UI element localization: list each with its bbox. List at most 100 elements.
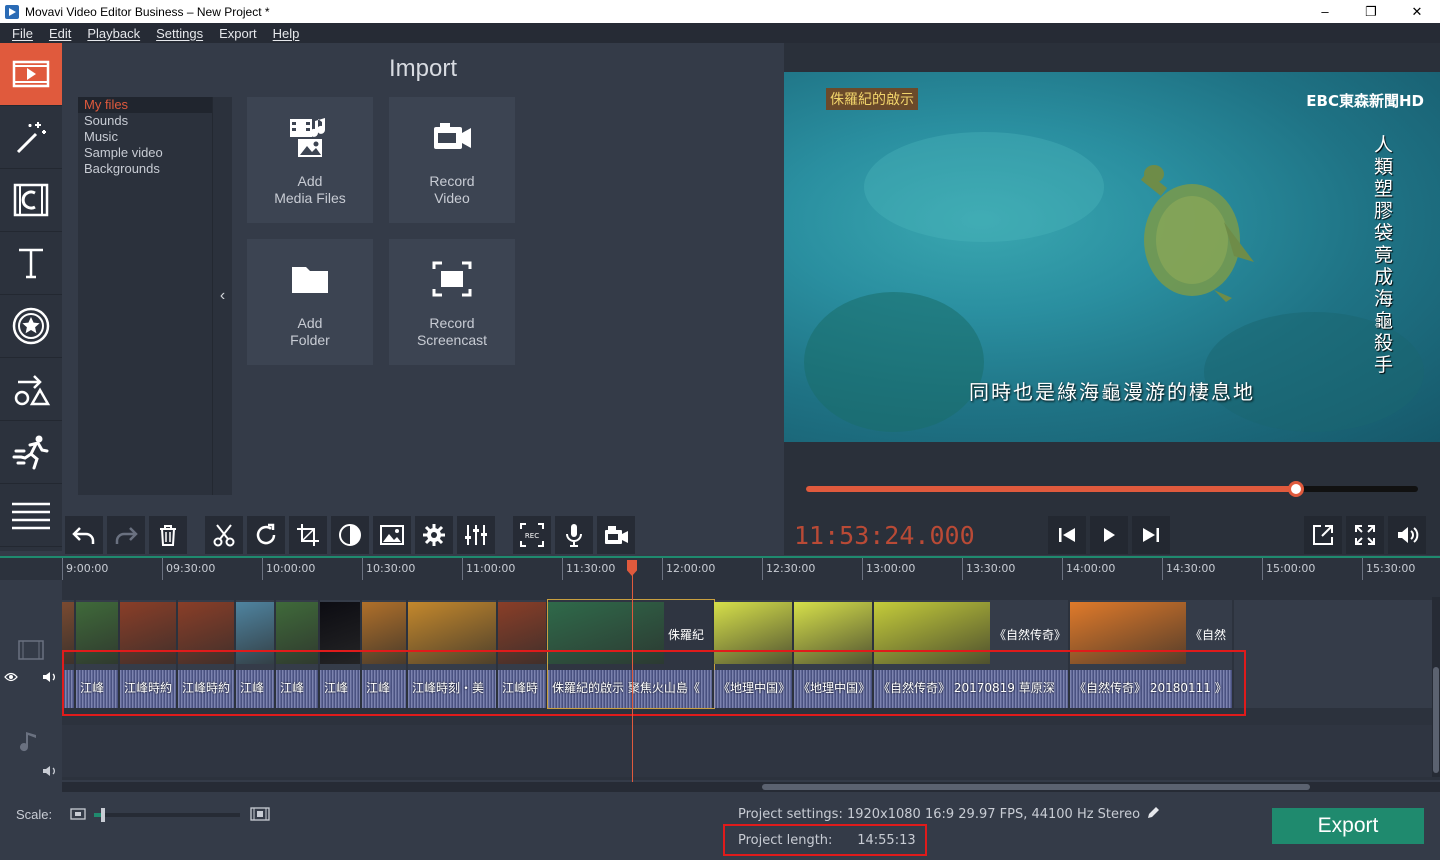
transitions-icon[interactable]	[0, 358, 62, 421]
seek-bar-handle[interactable]	[1287, 481, 1304, 497]
record-video-icon	[434, 123, 471, 149]
skip-back-icon	[1059, 528, 1075, 542]
ruler-tick: 13:00:00	[862, 558, 915, 582]
timeline-vertical-scrollbar[interactable]	[1432, 597, 1440, 777]
menu-export[interactable]: Export	[211, 26, 265, 41]
timeline-ruler[interactable]: 9:00:00 09:30:00 10:00:00 10:30:00 11:00:00 1…	[0, 556, 1440, 582]
ruler-tick-label: 10:00:00	[266, 562, 316, 575]
scale-slider[interactable]	[94, 808, 240, 822]
menu-file[interactable]: File	[4, 26, 41, 41]
titles-icon[interactable]	[0, 232, 62, 295]
zoom-in-icon[interactable]	[250, 807, 270, 821]
ruler-tick: 11:30:00	[562, 558, 615, 582]
ruler-tick: 14:00:00	[1062, 558, 1115, 582]
ruler-tick-label: 14:30:00	[1166, 562, 1216, 575]
tree-item-sample-video[interactable]: Sample video	[78, 145, 212, 161]
vertical-scroll-thumb[interactable]	[1433, 667, 1439, 773]
track-volume-icon[interactable]	[42, 671, 58, 683]
rotate-button[interactable]	[247, 516, 285, 554]
import-icon[interactable]	[0, 43, 62, 106]
close-button[interactable]: ✕	[1394, 0, 1440, 23]
tree-item-sounds[interactable]: Sounds	[78, 113, 212, 129]
minimize-button[interactable]: –	[1302, 0, 1348, 23]
horizontal-scroll-thumb[interactable]	[762, 784, 1310, 790]
ruler-tick: 13:30:00	[962, 558, 1015, 582]
audio-track-volume-icon[interactable]	[42, 765, 58, 777]
add-media-files-icon	[290, 118, 325, 157]
export-button[interactable]: Export	[1272, 808, 1424, 844]
magic-wand-icon[interactable]	[0, 106, 62, 169]
fullscreen-button[interactable]	[1346, 516, 1384, 554]
skip-forward-icon	[1143, 528, 1159, 542]
ruler-tick: 12:00:00	[662, 558, 715, 582]
tree-item-my-files[interactable]: My files	[78, 97, 212, 113]
menu-playback[interactable]: Playback	[79, 26, 148, 41]
eye-icon[interactable]	[4, 672, 18, 682]
ruler-tick-label: 10:30:00	[366, 562, 416, 575]
record-screen-button[interactable]: REC	[513, 516, 551, 554]
footer-bar: Scale: Project settings: 1920x1080 16:9 …	[0, 792, 1440, 860]
color-adjust-button[interactable]	[331, 516, 369, 554]
add-folder-button[interactable]: Add Folder	[247, 239, 373, 365]
equalizer-button[interactable]	[457, 516, 495, 554]
ruler-tick: 10:00:00	[262, 558, 315, 582]
filters-icon[interactable]	[0, 169, 62, 232]
redo-button[interactable]	[107, 516, 145, 554]
volume-button[interactable]	[1388, 516, 1426, 554]
crop-button[interactable]	[289, 516, 327, 554]
ruler-tick: 10:30:00	[362, 558, 415, 582]
highlight-box-audio	[62, 650, 1246, 716]
maximize-button[interactable]: ❐	[1348, 0, 1394, 23]
microphone-button[interactable]	[555, 516, 593, 554]
delete-button[interactable]	[149, 516, 187, 554]
timecode-display: 11:53:24.000	[794, 521, 975, 550]
ruler-tick-label: 15:30:00	[1366, 562, 1416, 575]
record-screencast-label: Record Screencast	[416, 315, 488, 348]
ruler-tick-label: 11:00:00	[466, 562, 516, 575]
tree-item-backgrounds[interactable]: Backgrounds	[78, 161, 212, 177]
record-screen-icon: REC	[520, 523, 544, 547]
menu-settings[interactable]: Settings	[148, 26, 211, 41]
video-channel-logo: EBC東森新聞HD	[1306, 92, 1424, 110]
video-preview[interactable]: 侏羅紀的啟示 EBC東森新聞HD 人類塑膠袋 竟成海龜殺手 同時也是綠海龜漫游的…	[784, 72, 1440, 442]
camera-button[interactable]	[597, 516, 635, 554]
clip-title: 《自然	[1190, 628, 1227, 642]
tree-item-music[interactable]: Music	[78, 129, 212, 145]
audio-track[interactable]	[62, 725, 1432, 777]
ruler-tick-label: 13:00:00	[866, 562, 916, 575]
project-length-label: Project length:	[738, 833, 833, 848]
import-panel: Import My files Sounds Music Sample vide…	[62, 43, 784, 551]
ruler-tick: 12:30:00	[762, 558, 815, 582]
ruler-tick: 15:00:00	[1262, 558, 1315, 582]
zoom-out-icon[interactable]	[70, 808, 86, 820]
skip-forward-button[interactable]	[1132, 516, 1170, 554]
settings-button[interactable]	[415, 516, 453, 554]
scale-slider-handle[interactable]	[101, 808, 106, 822]
play-button[interactable]	[1090, 516, 1128, 554]
image-button[interactable]	[373, 516, 411, 554]
equalizer-icon	[465, 525, 487, 545]
cut-icon	[213, 524, 235, 547]
stickers-icon[interactable]	[0, 295, 62, 358]
undo-button[interactable]	[65, 516, 103, 554]
file-tree: My files Sounds Music Sample video Backg…	[78, 97, 212, 495]
project-length-text: Project length: 14:55:13	[738, 833, 916, 848]
popout-button[interactable]	[1304, 516, 1342, 554]
motion-icon[interactable]	[0, 421, 62, 484]
edit-pencil-icon[interactable]	[1146, 806, 1160, 820]
menu-help[interactable]: Help	[265, 26, 308, 41]
record-video-button[interactable]: Record Video	[389, 97, 515, 223]
crop-icon	[297, 524, 319, 546]
record-screencast-button[interactable]: Record Screencast	[389, 239, 515, 365]
more-icon[interactable]	[0, 484, 62, 547]
add-folder-icon	[292, 267, 328, 293]
menu-edit[interactable]: Edit	[41, 26, 79, 41]
timeline-horizontal-scrollbar[interactable]	[62, 782, 1440, 792]
scale-slider-fill	[94, 813, 102, 817]
project-length-value: 14:55:13	[857, 833, 916, 848]
cut-button[interactable]	[205, 516, 243, 554]
collapse-panel-button[interactable]: ‹	[212, 97, 232, 495]
add-media-files-button[interactable]: Add Media Files	[247, 97, 373, 223]
skip-back-button[interactable]	[1048, 516, 1086, 554]
seek-bar[interactable]	[806, 481, 1418, 497]
